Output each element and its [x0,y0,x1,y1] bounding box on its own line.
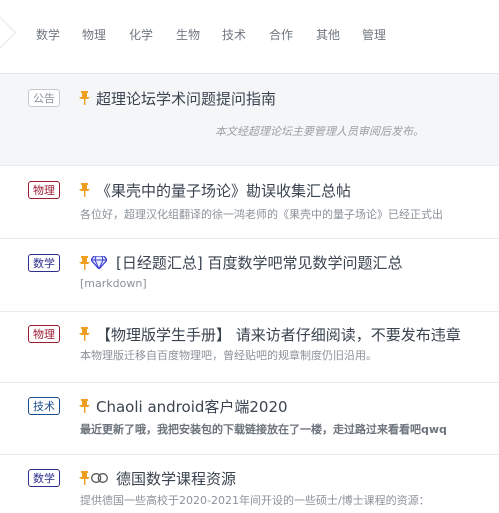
pin-icon [79,327,90,341]
category-nav: 数学 物理 化学 生物 技术 合作 其他 管理 [0,0,499,68]
diamond-icon [91,256,107,269]
pin-icon [79,91,90,105]
link-icon [91,473,108,483]
pin-icon [79,256,90,270]
thread-title[interactable]: 超理论坛学术问题提问指南 [96,88,276,109]
tag-badge[interactable]: 物理 [28,325,60,343]
thread-item[interactable]: 物理 《果壳中的量子场论》勘误收集汇总帖 各位好，超理汉化组翻译的徐一鸿老师的《… [0,166,499,238]
nav-item-math[interactable]: 数学 [36,26,60,43]
thread-item-announcement[interactable]: 公告 超理论坛学术问题提问指南 本文经超理论坛主要管理人员审阅后发布。 [0,74,499,165]
thread-title[interactable]: 德国数学课程资源 [116,468,236,489]
tag-badge[interactable]: 数学 [28,469,60,487]
pin-icon [79,183,90,197]
pin-icon [79,471,90,485]
pin-icon [79,399,90,413]
thread-excerpt: [markdown] [80,277,147,290]
thread-excerpt: 各位好，超理汉化组翻译的徐一鸿老师的《果壳中的量子场论》已经正式出 [80,208,443,221]
thread-title[interactable]: Chaoli android客户端2020 [96,396,288,417]
thread-item[interactable]: 数学 德国数学课程资源 提供德国一些高校于2020-2021年间开设的一些硕士/… [0,455,499,513]
thread-title[interactable]: [日经题汇总] 百度数学吧常见数学问题汇总 [116,252,402,273]
thread-excerpt: 最近更新了哦，我把安装包的下载链接放在了一楼，走过路过来看看吧qwq [80,423,447,436]
nav-item-chemistry[interactable]: 化学 [129,26,153,43]
tag-badge[interactable]: 数学 [28,254,60,272]
thread-title[interactable]: 《果壳中的量子场论》勘误收集汇总帖 [96,180,351,201]
nav-item-physics[interactable]: 物理 [82,26,106,43]
thread-excerpt: 本文经超理论坛主要管理人员审阅后发布。 [215,125,424,138]
nav-item-biology[interactable]: 生物 [176,26,200,43]
tag-badge[interactable]: 物理 [28,181,60,199]
nav-item-other[interactable]: 其他 [316,26,340,43]
thread-item[interactable]: 数学 [日经题汇总] 百度数学吧常见数学问题汇总 [markdown] [0,239,499,311]
thread-excerpt: 本物理版迁移自百度物理吧，曾经贴吧的规章制度仍旧沿用。 [80,349,377,362]
tag-badge[interactable]: 公告 [28,89,60,107]
thread-item[interactable]: 物理 【物理版学生手册】 请来访者仔细阅读，不要发布违章 本物理版迁移自百度物理… [0,312,499,382]
nav-item-admin[interactable]: 管理 [362,26,386,43]
thread-title[interactable]: 【物理版学生手册】 请来访者仔细阅读，不要发布违章 [96,324,461,345]
nav-item-collab[interactable]: 合作 [269,26,293,43]
thread-item[interactable]: 技术 Chaoli android客户端2020 最近更新了哦，我把安装包的下载… [0,383,499,454]
nav-item-tech[interactable]: 技术 [222,26,246,43]
thread-excerpt: 提供德国一些高校于2020-2021年间开设的一些硕士/博士课程的资源： [80,494,430,507]
tag-badge[interactable]: 技术 [28,397,60,415]
nav-scroll-arrow[interactable] [0,14,17,51]
